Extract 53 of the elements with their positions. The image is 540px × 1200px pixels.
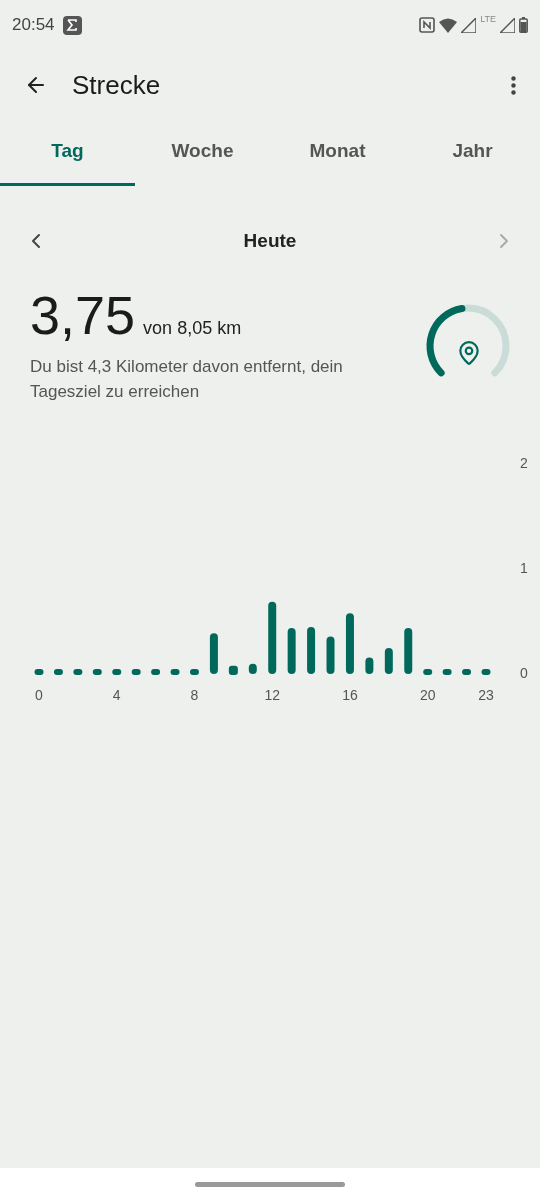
tab[interactable]: Monat (270, 120, 405, 186)
signal-icon (461, 17, 477, 33)
more-icon (511, 75, 516, 95)
x-axis-label: 4 (112, 687, 121, 703)
x-axis-label: 23 (478, 687, 494, 703)
chart-bar (345, 613, 354, 674)
chart-bar (190, 669, 199, 675)
chart-bar (151, 669, 161, 675)
chart-bar (73, 669, 83, 675)
chart-bar (287, 628, 296, 674)
y-axis-label: 1 (520, 560, 528, 576)
chart-bar (481, 669, 491, 675)
y-axis-label: 2 (520, 455, 528, 471)
goal-message: Du bist 4,3 Kilometer davon entfernt, dein Tagesziel zu erreichen (30, 356, 344, 403)
goal-text: von 8,05 km (143, 317, 242, 340)
chart-bar (442, 669, 452, 675)
chart-bar (209, 633, 218, 674)
chart-bar (131, 669, 141, 675)
chart-bar (423, 669, 433, 675)
status-time: 20:54 (12, 14, 55, 37)
nfc-icon (419, 17, 436, 33)
distance-value: 3,75 (30, 288, 136, 342)
chart-bar (170, 669, 180, 675)
battery-icon (519, 17, 528, 33)
chart-bar (384, 647, 393, 674)
home-indicator[interactable] (195, 1181, 345, 1187)
tab[interactable]: Tag (0, 120, 135, 186)
chart-bar (53, 669, 63, 675)
tab[interactable]: Woche (135, 120, 270, 186)
x-axis-label: 12 (264, 687, 280, 703)
x-axis-label: 0 (35, 687, 43, 703)
x-axis-label: 16 (342, 687, 358, 703)
chart-bar (112, 669, 122, 675)
x-axis-label: 20 (419, 687, 436, 703)
chart-bar (326, 636, 335, 674)
wifi-icon (439, 17, 458, 33)
chart-bar (228, 665, 238, 675)
chart-bar (34, 669, 44, 675)
network-type: LTE (480, 13, 496, 26)
chart-bar (307, 626, 316, 674)
chart-bar (404, 628, 413, 674)
period-label: Heute (242, 228, 298, 253)
signal-icon (500, 17, 515, 33)
chart-bar (92, 669, 102, 675)
chart-bar (365, 657, 374, 674)
sigma-icon (62, 15, 82, 35)
chart-bar (248, 663, 257, 674)
app-bar-title: Strecke (72, 68, 161, 102)
location-pin-icon (456, 340, 482, 366)
y-axis-label: 0 (520, 665, 528, 681)
tab[interactable]: Jahr (405, 120, 540, 186)
x-axis-label: 8 (190, 687, 199, 703)
chart-bar (462, 669, 472, 675)
